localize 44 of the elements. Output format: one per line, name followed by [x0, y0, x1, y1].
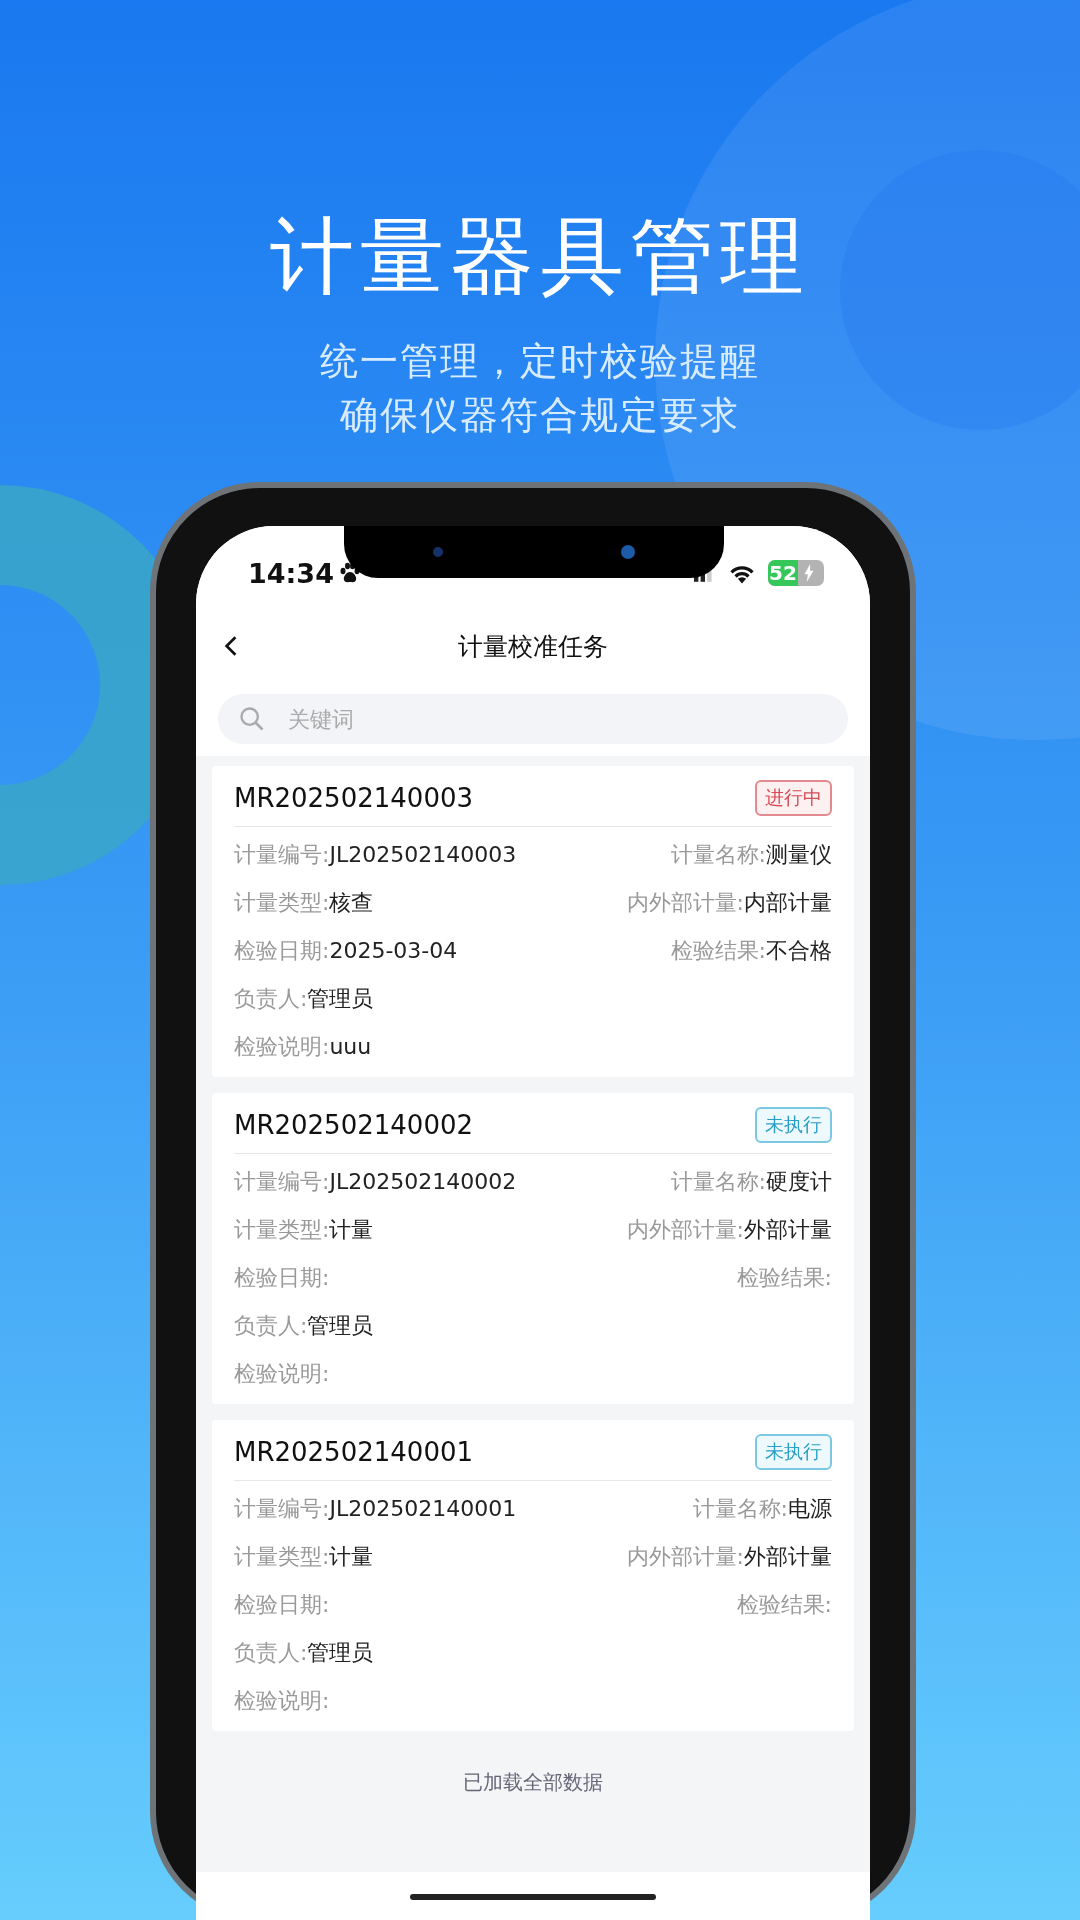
field-text: 内外部计量:内部计量 [626, 889, 832, 917]
field-text: 内外部计量:外部计量 [626, 1216, 832, 1244]
task-code: MR202502140001 [234, 1437, 473, 1467]
field-text: 负责人:管理员 [234, 1312, 374, 1340]
subtitle: 确保仪器符合规定要求 [339, 392, 741, 439]
status-tag: 未执行 [755, 1434, 832, 1470]
field-text: 计量类型:核查 [234, 889, 374, 917]
field-text: 检验日期:2025-03-04 [234, 937, 458, 965]
status-time: 14:34 [248, 557, 334, 589]
field-text: 检验结果: [736, 1264, 832, 1292]
task-code: MR202502140003 [234, 783, 473, 813]
field-text: 检验说明: [234, 1360, 330, 1388]
field-text: 检验说明:uuu [234, 1033, 372, 1061]
search-field[interactable]: 关键词 [218, 694, 848, 744]
task-card[interactable]: MR202502140003 进行中 计量编号:JL202502140003 计量名称:测量仪 计量类型:核查 内外部计量:内部计量 检验日期:2025-03-04 检验结果:不合格 负责人:管理员 检验说明:uuu [212, 766, 854, 1077]
headline: 计量器具管理 [269, 206, 811, 307]
charging-icon [803, 564, 815, 582]
field-text: 计量编号:JL202502140002 [234, 1168, 517, 1196]
field-text: 计量类型:计量 [234, 1216, 374, 1244]
field-text: 检验说明: [234, 1687, 330, 1715]
status-tag: 未执行 [755, 1107, 832, 1143]
field-text: 计量名称:硬度计 [670, 1168, 832, 1196]
field-text: 检验日期: [234, 1264, 330, 1292]
status-tag: 进行中 [755, 780, 832, 816]
field-text: 计量编号:JL202502140001 [234, 1495, 517, 1523]
task-card[interactable]: MR202502140002 未执行 计量编号:JL202502140002 计量名称:硬度计 计量类型:计量 内外部计量:外部计量 检验日期: 检验结果: 负责人:管理员 检验说明: [212, 1093, 854, 1404]
load-status-text: 已加载全部数据 [462, 1769, 604, 1796]
subtitle: 统一管理，定时校验提醒 [319, 338, 761, 385]
page-title: 计量校准任务 [458, 630, 608, 663]
task-card[interactable]: MR202502140001 未执行 计量编号:JL202502140001 计量名称:电源 计量类型:计量 内外部计量:外部计量 检验日期: 检验结果: 负责人:管理员 检验说明: [212, 1420, 854, 1731]
battery-icon: 52 [768, 560, 824, 586]
field-text: 负责人:管理员 [234, 985, 374, 1013]
field-text: 计量类型:计量 [234, 1543, 374, 1571]
field-text: 检验日期: [234, 1591, 330, 1619]
search-icon [238, 705, 266, 733]
field-text: 检验结果:不合格 [670, 937, 832, 965]
task-code: MR202502140002 [234, 1110, 473, 1140]
field-text: 计量名称:测量仪 [670, 841, 832, 869]
field-text: 检验结果: [736, 1591, 832, 1619]
field-text: 负责人:管理员 [234, 1639, 374, 1667]
field-text: 计量编号:JL202502140003 [234, 841, 517, 869]
back-icon[interactable] [224, 635, 238, 657]
field-text: 计量名称:电源 [692, 1495, 832, 1523]
field-text: 内外部计量:外部计量 [626, 1543, 832, 1571]
